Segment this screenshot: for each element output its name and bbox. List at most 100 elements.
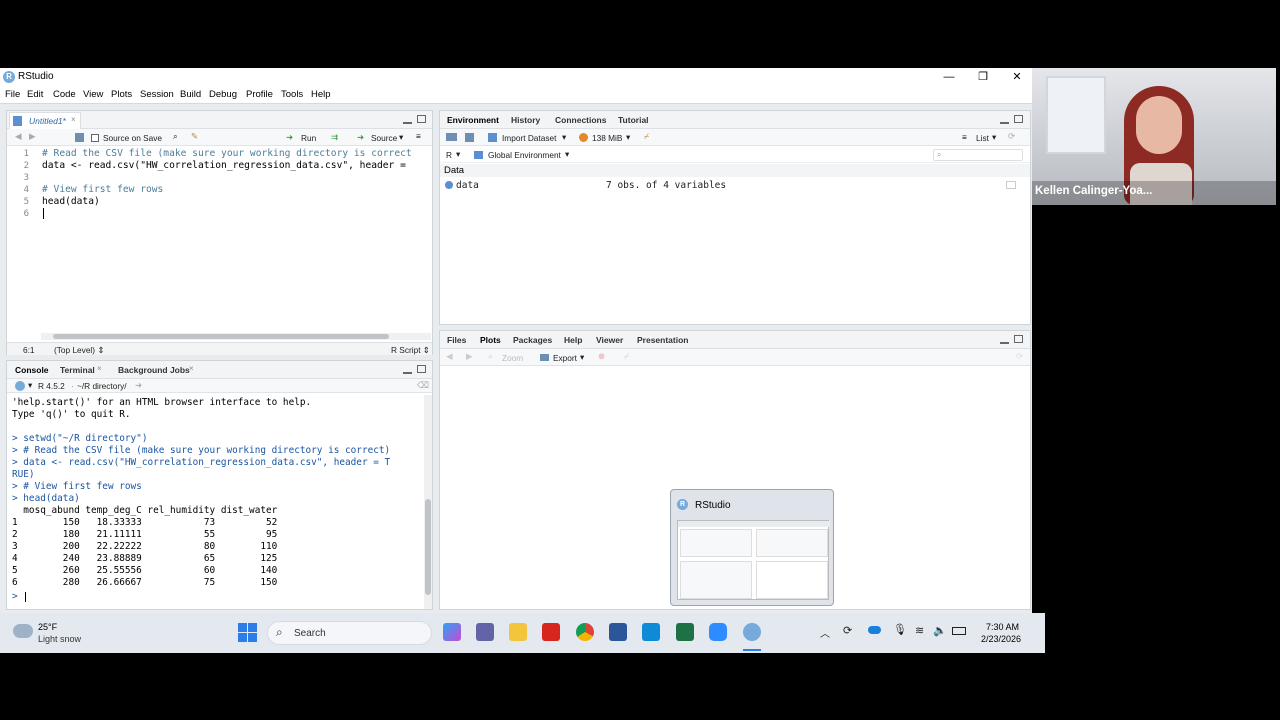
menu-file[interactable]: File bbox=[5, 89, 20, 100]
menu-debug[interactable]: Debug bbox=[209, 89, 237, 100]
tab-packages[interactable]: Packages bbox=[513, 335, 552, 345]
pane-maximize-icon[interactable] bbox=[1014, 335, 1023, 343]
tab-plots[interactable]: Plots bbox=[480, 335, 501, 345]
forward-arrow-icon[interactable]: ▶ bbox=[29, 131, 35, 141]
taskbar-search-box[interactable]: ⌕ Search bbox=[267, 621, 432, 645]
forward-arrow-icon[interactable]: ▶ bbox=[466, 351, 472, 361]
vertical-scrollbar[interactable] bbox=[424, 395, 432, 609]
menu-view[interactable]: View bbox=[83, 89, 103, 100]
clock-date[interactable]: 2/23/2026 bbox=[981, 634, 1021, 644]
environment-row[interactable]: data 7 obs. of 4 variables bbox=[440, 179, 1030, 192]
chevron-down-icon[interactable]: ▾ bbox=[456, 149, 460, 159]
windows-start-icon[interactable] bbox=[238, 623, 258, 643]
console-output[interactable]: 'help.start()' for an HTML browser inter… bbox=[7, 394, 425, 609]
tab-history[interactable]: History bbox=[511, 115, 540, 125]
source-button[interactable]: Source bbox=[371, 133, 397, 143]
menu-code[interactable]: Code bbox=[53, 89, 76, 100]
chevron-down-icon[interactable]: ▾ bbox=[28, 380, 32, 390]
file-explorer-icon[interactable] bbox=[509, 623, 527, 641]
menu-help[interactable]: Help bbox=[311, 89, 331, 100]
chevron-down-icon[interactable]: ▾ bbox=[626, 132, 630, 142]
rstudio-taskbar-icon[interactable] bbox=[743, 623, 761, 641]
menu-build[interactable]: Build bbox=[180, 89, 201, 100]
close-tab-icon[interactable]: × bbox=[71, 115, 76, 124]
tab-help[interactable]: Help bbox=[564, 335, 582, 345]
remove-plot-icon[interactable]: ⊗ bbox=[598, 351, 605, 361]
language-selector[interactable]: R bbox=[446, 150, 452, 160]
tab-viewer[interactable]: Viewer bbox=[596, 335, 623, 345]
open-icon[interactable] bbox=[446, 133, 457, 141]
pane-maximize-icon[interactable] bbox=[417, 115, 426, 123]
run-button[interactable]: Run bbox=[301, 133, 316, 143]
acrobat-icon[interactable] bbox=[542, 623, 560, 641]
maximize-button[interactable]: ❐ bbox=[966, 68, 1000, 86]
tab-tutorial[interactable]: Tutorial bbox=[618, 115, 649, 125]
import-dataset-button[interactable]: Import Dataset bbox=[502, 133, 556, 143]
tab-terminal[interactable]: Terminal bbox=[60, 365, 95, 375]
menu-plots[interactable]: Plots bbox=[111, 89, 132, 100]
tab-console[interactable]: Console bbox=[15, 365, 49, 375]
scrollbar-thumb[interactable] bbox=[53, 334, 389, 339]
pane-minimize-icon[interactable] bbox=[1000, 121, 1009, 124]
tab-environment[interactable]: Environment bbox=[447, 115, 499, 125]
environment-search-input[interactable]: ⌕ bbox=[933, 149, 1023, 161]
excel-icon[interactable] bbox=[676, 623, 694, 641]
tab-files[interactable]: Files bbox=[447, 335, 466, 345]
wifi-icon[interactable]: ≋ bbox=[915, 624, 924, 637]
horizontal-scrollbar[interactable] bbox=[41, 333, 431, 340]
tab-untitled1[interactable]: Untitled1* × bbox=[9, 112, 81, 129]
volume-icon[interactable]: 🔈 bbox=[933, 624, 947, 637]
wand-icon[interactable]: ✎ bbox=[191, 131, 198, 141]
clear-console-icon[interactable]: ⌫ bbox=[417, 380, 429, 390]
menu-tools[interactable]: Tools bbox=[281, 89, 303, 100]
refresh-icon[interactable]: ⟳ bbox=[1016, 351, 1023, 361]
working-directory[interactable]: ~/R directory/ bbox=[77, 381, 127, 391]
weather-temp[interactable]: 25°F bbox=[38, 622, 57, 632]
zoom-button[interactable]: Zoom bbox=[502, 353, 523, 363]
file-type-selector[interactable]: R Script ⇕ bbox=[391, 345, 430, 355]
broom-icon[interactable]: ⌿ bbox=[624, 351, 629, 362]
weather-icon[interactable] bbox=[13, 624, 33, 638]
save-icon[interactable] bbox=[75, 133, 84, 142]
pane-minimize-icon[interactable] bbox=[403, 121, 412, 124]
save-icon[interactable] bbox=[465, 133, 474, 142]
copilot-icon[interactable] bbox=[443, 623, 461, 641]
onedrive-icon[interactable] bbox=[868, 626, 881, 634]
taskbar-preview[interactable]: R RStudio bbox=[670, 489, 834, 606]
chevron-down-icon[interactable]: ▾ bbox=[580, 352, 584, 362]
expand-icon[interactable] bbox=[445, 181, 453, 189]
sync-icon[interactable]: ⟳ bbox=[843, 624, 852, 637]
chrome-icon[interactable] bbox=[576, 623, 594, 641]
notepad-icon[interactable] bbox=[642, 623, 660, 641]
tab-presentation[interactable]: Presentation bbox=[637, 335, 689, 345]
close-tab-icon[interactable]: × bbox=[189, 364, 194, 373]
search-icon[interactable]: ⌕ bbox=[173, 131, 178, 142]
menu-edit[interactable]: Edit bbox=[27, 89, 43, 100]
back-arrow-icon[interactable]: ◀ bbox=[15, 131, 21, 141]
broom-icon[interactable]: ⌿ bbox=[644, 131, 649, 142]
chevron-down-icon[interactable]: ▾ bbox=[992, 132, 996, 142]
scrollbar-thumb[interactable] bbox=[425, 499, 431, 595]
chevron-down-icon[interactable]: ▾ bbox=[399, 132, 403, 142]
go-to-directory-icon[interactable]: ➜ bbox=[135, 380, 142, 390]
close-button[interactable]: ✕ bbox=[1000, 68, 1034, 86]
rerun-icon[interactable]: ⇉ bbox=[331, 132, 338, 142]
refresh-icon[interactable]: ⟳ bbox=[1008, 131, 1015, 141]
back-arrow-icon[interactable]: ◀ bbox=[446, 351, 452, 361]
word-icon[interactable] bbox=[609, 623, 627, 641]
zoom-icon[interactable] bbox=[709, 623, 727, 641]
chevron-down-icon[interactable]: ▾ bbox=[565, 149, 569, 159]
chevron-down-icon[interactable]: ▾ bbox=[562, 132, 566, 142]
menu-session[interactable]: Session bbox=[140, 89, 174, 100]
memory-usage[interactable]: 138 MiB bbox=[592, 133, 622, 143]
weather-description[interactable]: Light snow bbox=[38, 634, 81, 644]
tab-background-jobs[interactable]: Background Jobs bbox=[118, 365, 190, 375]
clock-time[interactable]: 7:30 AM bbox=[986, 622, 1019, 632]
close-tab-icon[interactable]: × bbox=[97, 364, 102, 373]
scope-selector[interactable]: (Top Level) ⇕ bbox=[54, 345, 104, 355]
export-button[interactable]: Export bbox=[553, 353, 577, 363]
chevron-up-icon[interactable]: ︿ bbox=[820, 625, 830, 640]
pane-minimize-icon[interactable] bbox=[403, 371, 412, 374]
view-data-icon[interactable] bbox=[1006, 181, 1016, 189]
minimize-button[interactable]: — bbox=[932, 68, 966, 86]
